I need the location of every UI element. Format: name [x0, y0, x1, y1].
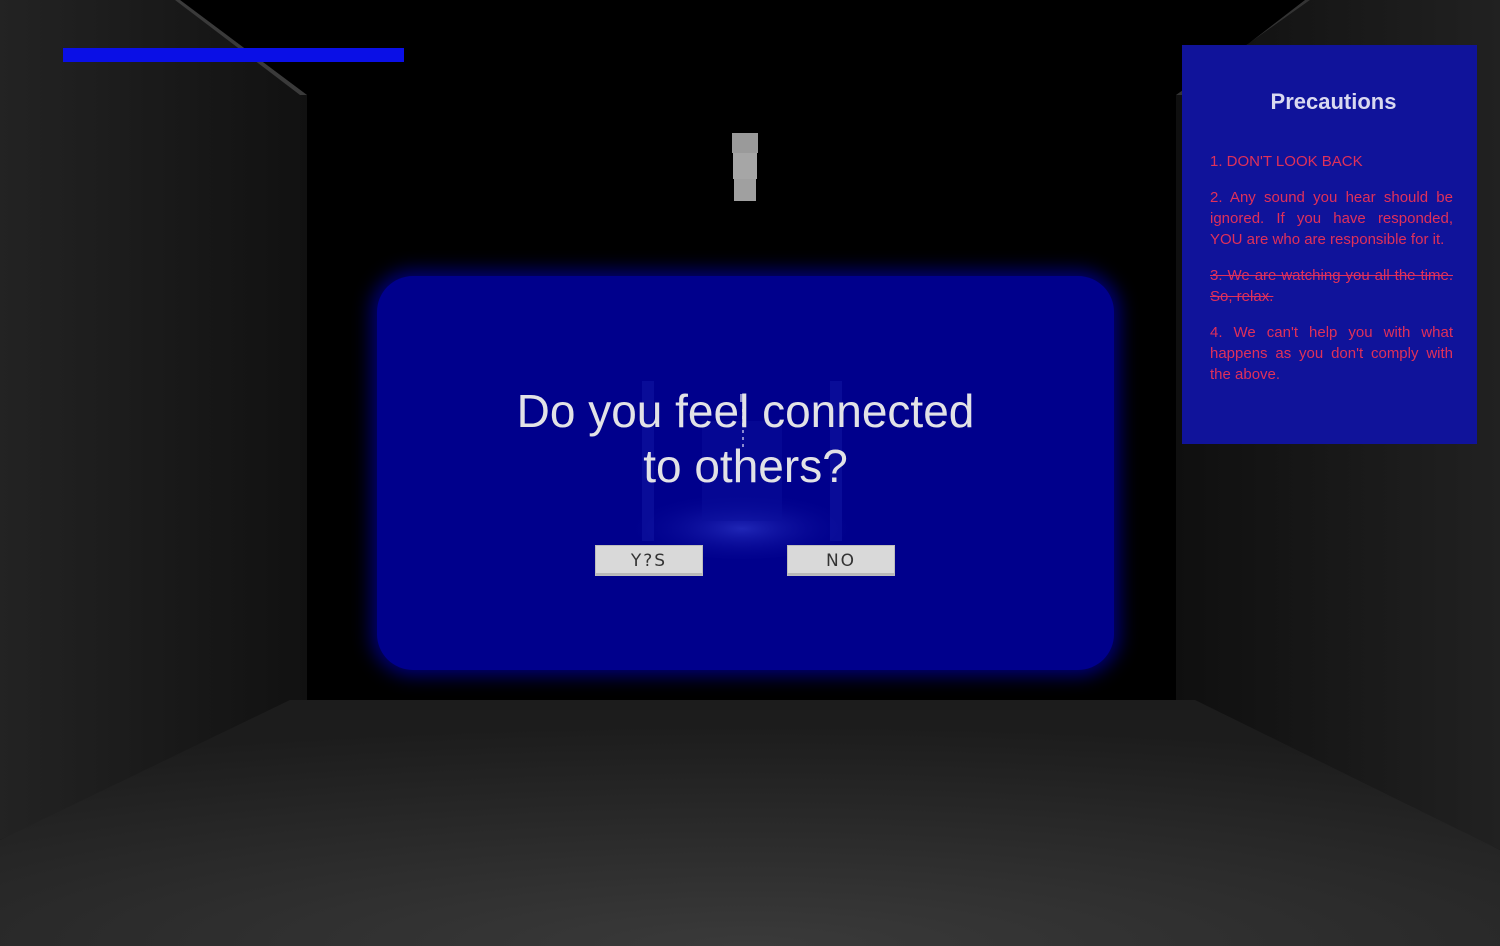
- precaution-rule-4: 4. We can't help you with what happens a…: [1210, 324, 1453, 383]
- ceiling-lamp: [732, 133, 758, 201]
- question-dialog: Do you feel connected to others? Y?S NO: [377, 276, 1114, 670]
- ceiling-lamp-top: [732, 133, 758, 153]
- question-line-2: to others?: [643, 440, 848, 492]
- progress-bar-fill: [63, 48, 404, 62]
- precaution-rule-2: 2. Any sound you hear should be ignored.…: [1210, 189, 1453, 248]
- precaution-rule-3: 3. We are watching you all the time. So,…: [1210, 267, 1453, 305]
- question-line-1: Do you feel connected: [516, 385, 975, 437]
- ceiling-lamp-middle: [733, 153, 757, 179]
- precautions-title: Precautions: [1270, 89, 1397, 114]
- progress-bar: [63, 48, 744, 62]
- precautions-list: 1. DON'T LOOK BACK 2. Any sound you hear…: [1210, 151, 1453, 385]
- no-button[interactable]: NO: [787, 545, 895, 576]
- dialog-question: Do you feel connected to others?: [377, 384, 1114, 494]
- ceiling-lamp-bottom: [734, 179, 756, 201]
- yes-button[interactable]: Y?S: [595, 545, 703, 576]
- precaution-rule-1: 1. DON'T LOOK BACK: [1210, 153, 1363, 170]
- precautions-panel: Precautions 1. DON'T LOOK BACK 2. Any so…: [1182, 45, 1477, 444]
